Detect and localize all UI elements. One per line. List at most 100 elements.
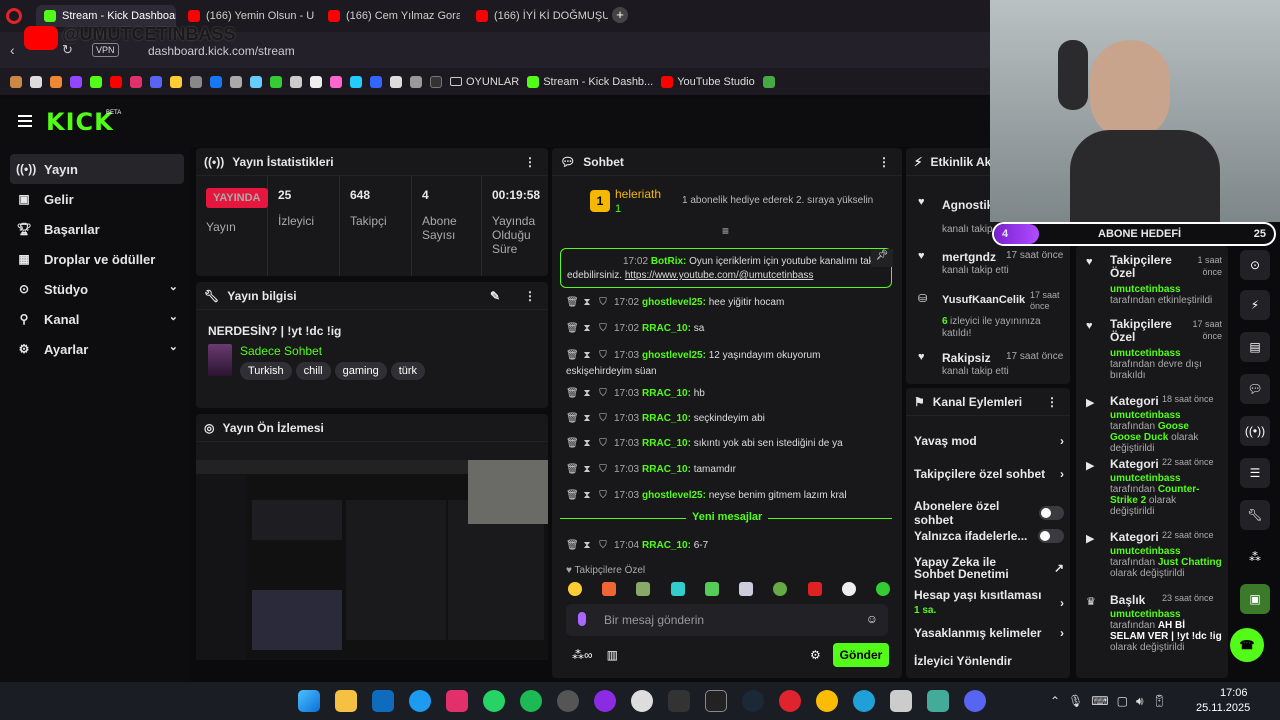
bookmark-icon[interactable] bbox=[310, 75, 322, 88]
rail-broadcast-button[interactable]: ((•)) bbox=[1240, 416, 1270, 446]
whatsapp-icon[interactable] bbox=[483, 690, 505, 712]
category-link[interactable]: Sadece Sohbet bbox=[240, 344, 322, 358]
feed-user[interactable]: umutcetinbass bbox=[1110, 609, 1181, 620]
bookmark-icon[interactable] bbox=[230, 75, 242, 88]
edge-icon[interactable] bbox=[853, 690, 875, 712]
feed-user[interactable]: umutcetinbass bbox=[1110, 348, 1181, 359]
emoji-icon[interactable]: ☺ bbox=[866, 612, 878, 626]
chat-input[interactable]: Bir mesaj gönderin ☺ bbox=[566, 604, 888, 636]
emote[interactable] bbox=[636, 582, 651, 596]
emote-only-toggle[interactable] bbox=[1038, 529, 1064, 543]
emote[interactable] bbox=[568, 582, 582, 596]
tag[interactable]: gaming bbox=[334, 362, 387, 380]
more-icon[interactable]: ⋮ bbox=[878, 155, 890, 169]
nav-item-ayarlar[interactable]: ⚙ Ayarlar ⌄ bbox=[10, 334, 184, 364]
back-icon[interactable]: ‹ bbox=[10, 42, 15, 58]
app-icon[interactable] bbox=[927, 690, 949, 712]
app-icon[interactable] bbox=[557, 690, 579, 712]
trash-icon[interactable]: 🗑︎ bbox=[566, 323, 579, 334]
chrome-icon[interactable] bbox=[816, 690, 838, 712]
bookmark-icon[interactable] bbox=[390, 75, 402, 88]
message-user[interactable]: ghostlevel25: bbox=[642, 350, 706, 361]
bookmark-icon[interactable] bbox=[250, 75, 262, 88]
emote[interactable] bbox=[875, 582, 890, 596]
message-user[interactable]: RRAC_10: bbox=[642, 323, 691, 334]
feed-user[interactable]: umutcetinbass bbox=[1110, 473, 1181, 484]
trash-icon[interactable]: 🗑︎ bbox=[566, 297, 579, 308]
action-raid[interactable]: İzleyici Yönlendir bbox=[914, 654, 1064, 668]
rail-actions-button[interactable]: ☰ bbox=[1240, 458, 1270, 488]
tag[interactable]: Turkish bbox=[240, 362, 292, 380]
activity-user[interactable]: Agnostik bbox=[942, 198, 993, 212]
bookmark-icon[interactable] bbox=[430, 75, 442, 88]
start-icon[interactable] bbox=[298, 690, 320, 712]
nav-item-studyo[interactable]: ⊙ Stüdyo ⌄ bbox=[10, 274, 184, 304]
clock-date[interactable]: 25.11.2025 bbox=[1196, 702, 1250, 714]
timeout-icon[interactable]: ⧗ bbox=[582, 297, 592, 308]
menu-icon[interactable] bbox=[18, 115, 32, 127]
url-field[interactable]: dashboard.kick.com/stream bbox=[148, 44, 295, 58]
opera-icon[interactable] bbox=[6, 8, 22, 24]
send-button[interactable]: Gönder bbox=[833, 643, 889, 667]
trash-icon[interactable]: 🗑︎ bbox=[566, 348, 579, 364]
bookmark-kick-dashboard[interactable]: Stream - Kick Dashb... bbox=[527, 75, 653, 88]
trash-icon[interactable]: 🗑︎ bbox=[566, 388, 579, 399]
message-link[interactable]: https://www.youtube.com/@umutcetinbass bbox=[625, 270, 814, 281]
bookmark-icon[interactable] bbox=[370, 75, 382, 88]
activity-user[interactable]: YusufKaanCelik bbox=[942, 294, 1025, 306]
trash-icon[interactable]: 🗑︎ bbox=[566, 438, 579, 449]
discord-icon[interactable] bbox=[964, 690, 986, 712]
new-tab-button[interactable]: + bbox=[612, 7, 628, 23]
trash-icon[interactable]: 🗑︎ bbox=[566, 490, 579, 501]
feed-user[interactable]: umutcetinbass bbox=[1110, 546, 1181, 557]
mic-icon[interactable] bbox=[578, 612, 586, 626]
message-user[interactable]: RRAC_10: bbox=[642, 540, 691, 551]
tab-youtube-3[interactable]: (166) İYİ Kİ DOĞMUŞUM H bbox=[468, 5, 608, 27]
chat-collapse-icon[interactable]: ≡ bbox=[722, 224, 729, 238]
message-user[interactable]: ghostlevel25: bbox=[642, 297, 706, 308]
emote[interactable] bbox=[602, 582, 617, 596]
bookmark-icon[interactable] bbox=[290, 75, 302, 88]
bookmark-icon[interactable] bbox=[330, 75, 342, 88]
bookmark-icon[interactable] bbox=[30, 75, 42, 88]
tab-youtube-2[interactable]: (166) Cem Yılmaz Gora/Ar bbox=[320, 5, 460, 27]
nav-item-basarilar[interactable]: 🏆︎ Başarılar bbox=[10, 214, 184, 244]
timeout-icon[interactable]: ⧗ bbox=[582, 540, 592, 551]
bookmark-icon[interactable] bbox=[150, 75, 162, 88]
chat-settings-icon[interactable]: ⚙ bbox=[810, 648, 821, 662]
rail-preview-button[interactable]: ▣ bbox=[1240, 584, 1270, 614]
bookmark-icon[interactable] bbox=[70, 75, 82, 88]
rail-community-button[interactable]: ⁂ bbox=[1240, 542, 1270, 572]
new-messages-label[interactable]: Yeni mesajlar bbox=[686, 511, 769, 523]
message-user[interactable]: RRAC_10: bbox=[642, 464, 691, 475]
kick-logo[interactable]: KICK bbox=[46, 108, 114, 136]
bookmark-icon[interactable] bbox=[90, 75, 102, 88]
message-user[interactable]: BotRix: bbox=[651, 256, 687, 267]
nav-item-gelir[interactable]: ▣ Gelir bbox=[10, 184, 184, 214]
bookmark-icon[interactable] bbox=[110, 75, 122, 88]
support-button[interactable]: ☎ bbox=[1230, 628, 1264, 662]
timeout-icon[interactable]: ⧗ bbox=[582, 464, 592, 475]
twitter-icon[interactable] bbox=[409, 690, 431, 712]
bookmark-icon[interactable] bbox=[350, 75, 362, 88]
rail-document-button[interactable]: ▤ bbox=[1240, 332, 1270, 362]
explorer-icon[interactable] bbox=[335, 690, 357, 712]
rail-wrench-button[interactable]: 🔧︎ bbox=[1240, 500, 1270, 530]
app-icon[interactable] bbox=[890, 690, 912, 712]
reload-icon[interactable]: ↻ bbox=[62, 42, 73, 58]
amazon-games-icon[interactable] bbox=[668, 690, 690, 712]
category-thumbnail[interactable] bbox=[208, 344, 232, 376]
system-tray[interactable]: ⌃🎙︎⌨▢🔊︎🔋︎ bbox=[1050, 694, 1175, 709]
timeout-icon[interactable]: ⧗ bbox=[582, 438, 592, 449]
emote[interactable] bbox=[739, 582, 754, 596]
feed-user[interactable]: umutcetinbass bbox=[1110, 284, 1181, 295]
opera-icon[interactable] bbox=[779, 690, 801, 712]
action-ai-moderation[interactable]: Yapay Zeka ile Sohbet Denetimi ↗ bbox=[914, 556, 1064, 580]
timeout-icon[interactable]: ⧗ bbox=[582, 413, 592, 424]
trash-icon[interactable]: 🗑︎ bbox=[566, 540, 579, 551]
bookmark-icon[interactable] bbox=[50, 75, 62, 88]
timeout-icon[interactable]: ⧗ bbox=[582, 490, 592, 501]
timeout-icon[interactable]: ⧗ bbox=[582, 388, 592, 399]
subs-only-toggle[interactable] bbox=[1038, 506, 1064, 520]
timeout-icon[interactable]: ⧗ bbox=[582, 348, 592, 364]
